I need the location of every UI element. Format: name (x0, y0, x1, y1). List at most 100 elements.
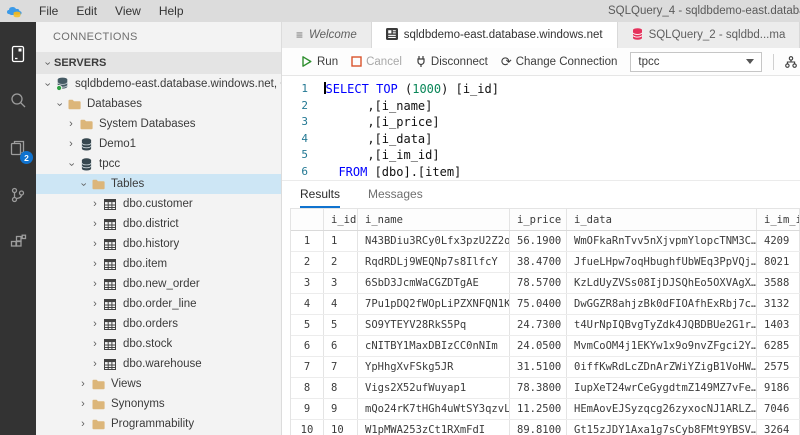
change-connection-button[interactable]: ⟳ Change Connection (501, 55, 618, 68)
tab-sqldbdemo-east-database-windows-net[interactable]: sqldbdemo-east.database.windows.net (371, 22, 618, 48)
tree-item-programmability[interactable]: › Programmability (36, 414, 281, 434)
table-row[interactable]: 7 7 YpHhgXvFSkg5JR 31.5100 0iffKwRdLcZDnArZW… (291, 357, 800, 378)
grid-cell[interactable]: t4UrNpIQBvgTyZdk4JQBDBUe2G1r… (567, 315, 757, 335)
grid-cell[interactable]: 3588 (757, 273, 800, 293)
tree-item-dbo-new-order[interactable]: › dbo.new_order (36, 274, 281, 294)
grid-cell[interactable]: 6SbD3JcmWaCGZDTgAE (358, 273, 510, 293)
grid-cell[interactable]: 89.8100 (510, 420, 567, 435)
grid-cell[interactable]: 11.2500 (510, 399, 567, 419)
grid-cell[interactable]: 6 (324, 336, 358, 356)
tree-item-tpcc[interactable]: › tpcc (36, 154, 281, 174)
menu-file[interactable]: File (30, 4, 67, 18)
tree-item-synonyms[interactable]: › Synonyms (36, 394, 281, 414)
table-row[interactable]: 5 5 SO9YTEYV28RkS5Pq 24.7300 t4UrNpIQBvgTyZd… (291, 315, 800, 336)
table-row[interactable]: 6 6 cNITBY1MaxDBIzCC0nNIm 24.0500 MvmCoOM4j1… (291, 336, 800, 357)
explain-button[interactable]: Explain (785, 55, 800, 68)
tab-welcome[interactable]: ≡ Welcome (282, 22, 372, 48)
tab-sqlquery-2-sqldbd-ma[interactable]: SQLQuery_2 - sqldbd...ma (618, 22, 800, 48)
grid-cell[interactable]: SO9YTEYV28RkS5Pq (358, 315, 510, 335)
tab-messages[interactable]: Messages (368, 187, 423, 208)
grid-cell[interactable]: 4209 (757, 231, 800, 251)
table-row[interactable]: 10 10 W1pMWA253zCt1RXmFdI 89.8100 Gt15zJDY1A… (291, 420, 800, 435)
tree-item-dbo-warehouse[interactable]: › dbo.warehouse (36, 354, 281, 374)
table-row[interactable]: 4 4 7Pu1pDQ2fWOpLiPZXNFQN1K 75.0400 DwGGZR8a… (291, 294, 800, 315)
grid-cell[interactable]: 38.4700 (510, 252, 567, 272)
tree-item-databases[interactable]: › Databases (36, 94, 281, 114)
grid-cell[interactable]: Gt15zJDY1Axa1g7sCyb8FMt9YBSV… (567, 420, 757, 435)
grid-cell[interactable]: RqdRDLj9WEQNp7s8IlfcY (358, 252, 510, 272)
grid-cell[interactable]: 8021 (757, 252, 800, 272)
tree-item-dbo-orders[interactable]: › dbo.orders (36, 314, 281, 334)
grid-cell[interactable]: 24.0500 (510, 336, 567, 356)
extensions-icon[interactable] (0, 218, 36, 265)
grid-cell[interactable]: JfueLHpw7oqHbughfUbWEq3PpVQj… (567, 252, 757, 272)
sql-editor[interactable]: 1 SELECT TOP (1000) [i_id] 2 ,[i_name] 3 ,[… (282, 76, 800, 180)
column-header-i-name[interactable]: i_name (358, 209, 510, 230)
grid-cell[interactable]: 31.5100 (510, 357, 567, 377)
grid-cell[interactable]: 7046 (757, 399, 800, 419)
tree-item-tables[interactable]: › Tables (36, 174, 281, 194)
grid-cell[interactable]: 5 (324, 315, 358, 335)
grid-cell[interactable]: 7 (324, 357, 358, 377)
grid-cell[interactable]: N43BDiu3RCy0Lfx3pzU2Z2oz (358, 231, 510, 251)
menu-edit[interactable]: Edit (67, 4, 106, 18)
table-row[interactable]: 8 8 Vigs2X52ufWuyap1 78.3800 IupXeT24wrCeGyg… (291, 378, 800, 399)
grid-cell[interactable]: HEmAovEJSyzqcg26zyxocNJ1ARLZ… (567, 399, 757, 419)
table-row[interactable]: 1 1 N43BDiu3RCy0Lfx3pzU2Z2oz 56.1900 WmOFkaR… (291, 231, 800, 252)
grid-cell[interactable]: IupXeT24wrCeGygdtmZ149MZ7vFe… (567, 378, 757, 398)
tab-results[interactable]: Results (300, 187, 341, 208)
tree-item-sqldbdemo-east-database-windows-net-de[interactable]: › sqldbdemo-east.database.windows.net, <d… (36, 74, 281, 94)
grid-cell[interactable]: W1pMWA253zCt1RXmFdI (358, 420, 510, 435)
grid-cell[interactable]: WmOFkaRnTvv5nXjvpmYlopcTNM3C… (567, 231, 757, 251)
grid-cell[interactable]: mQo24rK7tHGh4uWtSY3qzvL (358, 399, 510, 419)
grid-cell[interactable]: KzLdUyZVSs08IjDJSQhEo5OXVAgX… (567, 273, 757, 293)
column-header-i-price[interactable]: i_price (510, 209, 567, 230)
grid-cell[interactable]: 24.7300 (510, 315, 567, 335)
grid-cell[interactable]: MvmCoOM4j1EKYw1x9o9nvZFgci2Y… (567, 336, 757, 356)
grid-cell[interactable]: DwGGZR8ahjzBk0dFIOAfhExRbj7c… (567, 294, 757, 314)
grid-cell[interactable]: 3 (324, 273, 358, 293)
run-button[interactable]: Run (300, 55, 338, 68)
tree-item-system-databases[interactable]: › System Databases (36, 114, 281, 134)
menu-help[interactable]: Help (150, 4, 193, 18)
grid-cell[interactable]: 0iffKwRdLcZDnArZWiYZigB1VoHW… (567, 357, 757, 377)
grid-cell[interactable]: 3132 (757, 294, 800, 314)
tree-item-dbo-district[interactable]: › dbo.district (36, 214, 281, 234)
tree-item-demo1[interactable]: › Demo1 (36, 134, 281, 154)
disconnect-button[interactable]: Disconnect (415, 55, 488, 68)
table-row[interactable]: 2 2 RqdRDLj9WEQNp7s8IlfcY 38.4700 JfueLHpw7o… (291, 252, 800, 273)
grid-cell[interactable]: 7Pu1pDQ2fWOpLiPZXNFQN1K (358, 294, 510, 314)
tree-item-dbo-history[interactable]: › dbo.history (36, 234, 281, 254)
cancel-button[interactable]: Cancel (351, 56, 402, 68)
grid-cell[interactable]: 8 (324, 378, 358, 398)
source-control-icon[interactable] (0, 171, 36, 218)
search-icon[interactable] (0, 77, 36, 124)
grid-cell[interactable]: 1403 (757, 315, 800, 335)
grid-cell[interactable]: 9 (324, 399, 358, 419)
grid-cell[interactable]: 3264 (757, 420, 800, 435)
grid-cell[interactable]: 75.0400 (510, 294, 567, 314)
tree-item-dbo-customer[interactable]: › dbo.customer (36, 194, 281, 214)
grid-cell[interactable]: 1 (324, 231, 358, 251)
grid-cell[interactable]: 78.5700 (510, 273, 567, 293)
grid-cell[interactable]: Vigs2X52ufWuyap1 (358, 378, 510, 398)
column-header-i-id[interactable]: i_id (324, 209, 358, 230)
grid-cell[interactable]: 2575 (757, 357, 800, 377)
grid-cell[interactable]: 2 (324, 252, 358, 272)
menu-view[interactable]: View (106, 4, 150, 18)
grid-cell[interactable]: 9186 (757, 378, 800, 398)
grid-cell[interactable]: cNITBY1MaxDBIzCC0nNIm (358, 336, 510, 356)
servers-section-header[interactable]: › SERVERS (36, 52, 281, 74)
table-row[interactable]: 9 9 mQo24rK7tHGh4uWtSY3qzvL 11.2500 HEmAovEJ… (291, 399, 800, 420)
notebooks-icon[interactable]: 2 (0, 124, 36, 171)
grid-cell[interactable]: 56.1900 (510, 231, 567, 251)
connections-icon[interactable] (0, 30, 36, 77)
grid-cell[interactable]: YpHhgXvFSkg5JR (358, 357, 510, 377)
tree-item-dbo-item[interactable]: › dbo.item (36, 254, 281, 274)
grid-cell[interactable]: 4 (324, 294, 358, 314)
tree-item-views[interactable]: › Views (36, 374, 281, 394)
grid-cell[interactable]: 10 (324, 420, 358, 435)
grid-cell[interactable]: 6285 (757, 336, 800, 356)
column-header-i-data[interactable]: i_data (567, 209, 757, 230)
tree-item-dbo-stock[interactable]: › dbo.stock (36, 334, 281, 354)
